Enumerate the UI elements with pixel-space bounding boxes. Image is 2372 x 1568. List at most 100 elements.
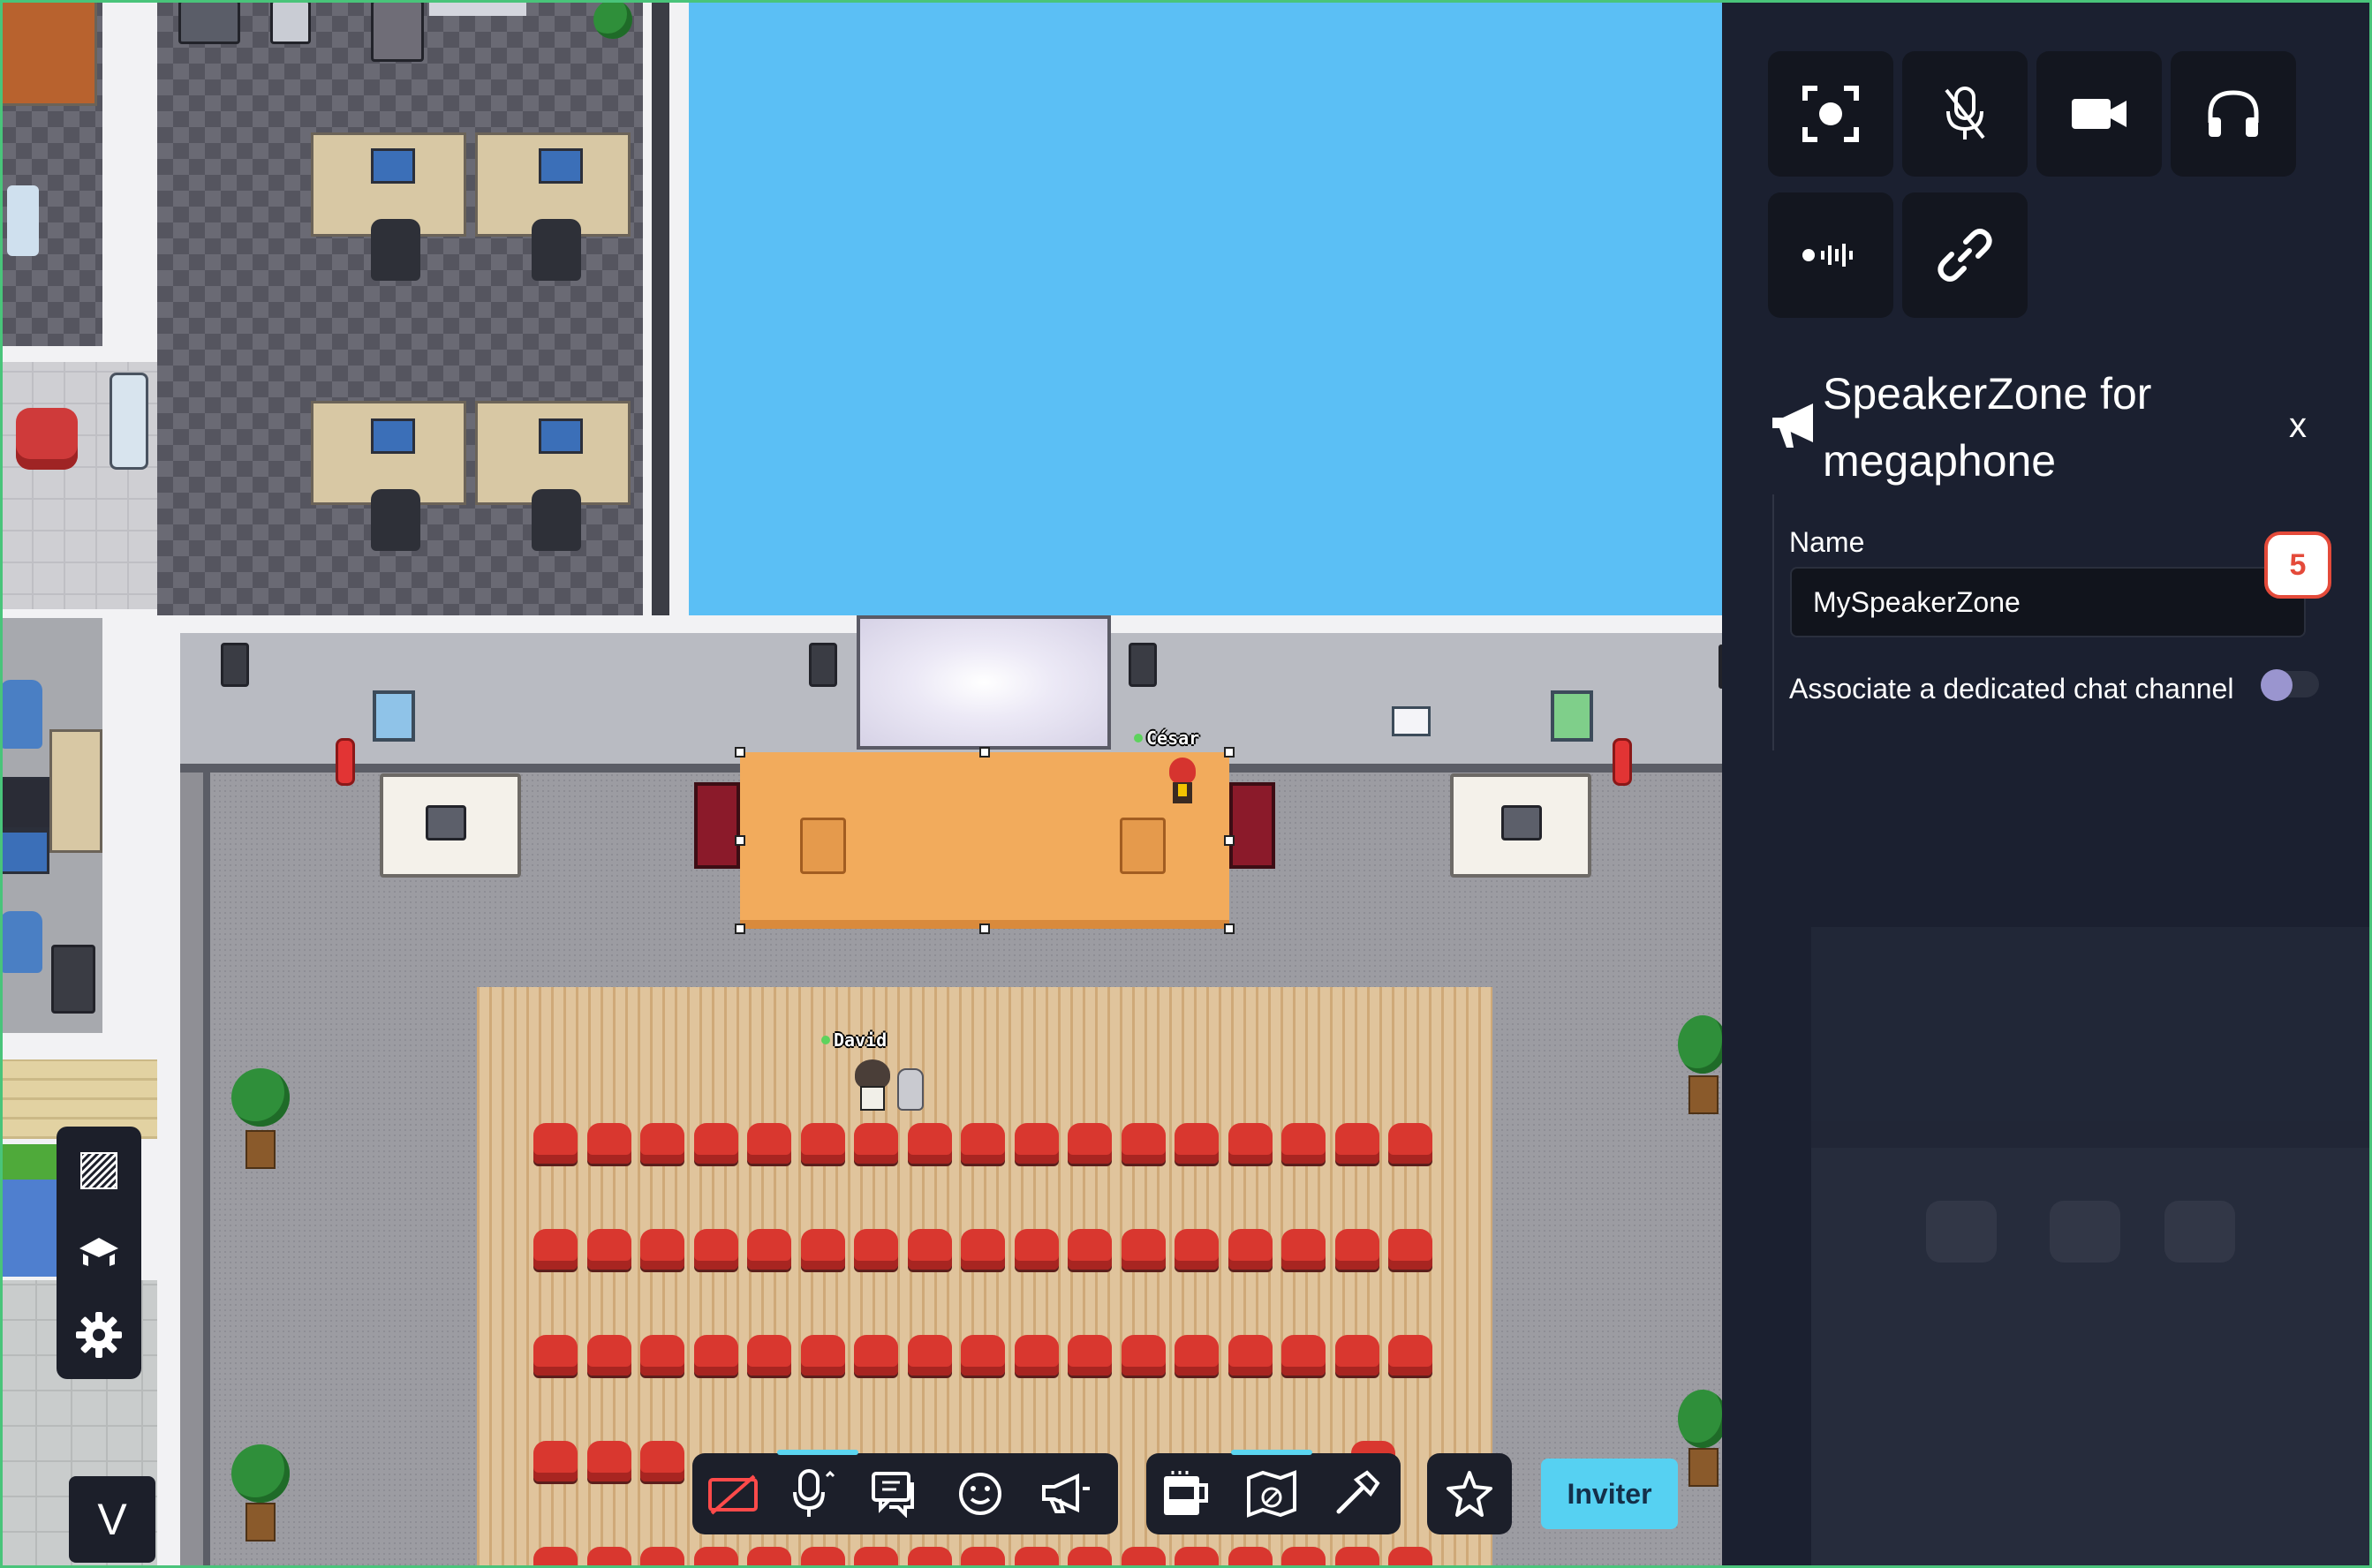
auditorium-seat: [586, 1335, 631, 1376]
auditorium-seat: [1334, 1229, 1379, 1270]
auditorium-seat: [1175, 1547, 1219, 1568]
stage-curtain: [694, 782, 740, 869]
screen-share-icon: [1802, 86, 1859, 142]
camera-toggle-button[interactable]: [2036, 51, 2162, 177]
zone-title: SpeakerZone for megaphone: [1823, 369, 2152, 486]
auditorium-seat: [586, 1547, 631, 1568]
auditorium-seat: [747, 1547, 791, 1568]
auditorium-seat: [1121, 1547, 1166, 1568]
video-camera-icon: [2072, 99, 2126, 129]
wall-portrait: [1551, 690, 1593, 742]
auditorium-seat: [747, 1123, 791, 1164]
selection-handle[interactable]: [979, 747, 990, 758]
character-avatar[interactable]: [1167, 758, 1197, 809]
vending-machine: [371, 0, 424, 62]
trash-bin: [51, 945, 95, 1014]
pet-companion: [897, 1068, 924, 1111]
auditorium-seat: [533, 1229, 578, 1270]
desk-monitor: [426, 805, 466, 841]
link-icon: [1938, 229, 1992, 282]
wall-speaker: [1129, 643, 1157, 687]
auditorium-seat: [533, 1441, 578, 1481]
auditorium-seat: [800, 1229, 845, 1270]
office-chair: [371, 489, 420, 551]
chat-channel-toggle[interactable]: [2261, 669, 2319, 701]
selection-handle[interactable]: [1224, 923, 1235, 934]
office-wall-edge: [652, 0, 669, 615]
auditorium-seat: [1068, 1123, 1112, 1164]
auditorium-seat: [1014, 1547, 1059, 1568]
auditorium-seat: [1281, 1335, 1326, 1376]
character-avatar[interactable]: [853, 1059, 892, 1112]
audio-output-button[interactable]: [2171, 51, 2296, 177]
auditorium-seat: [1281, 1229, 1326, 1270]
plant-pot: [1688, 1448, 1719, 1487]
auditorium-seat: [1228, 1123, 1273, 1164]
auditorium-seat: [800, 1547, 845, 1568]
invite-button[interactable]: Inviter: [1541, 1459, 1678, 1529]
monitor: [539, 418, 583, 454]
auditorium-side-wall: [157, 615, 180, 1568]
potted-plant: [231, 1444, 290, 1503]
monitor: [0, 777, 53, 830]
step-badge: 5: [2264, 531, 2331, 599]
auditorium-seat: [1121, 1229, 1166, 1270]
hammer-icon[interactable]: [1328, 1466, 1385, 1522]
desk-monitor: [1501, 805, 1542, 841]
mic-toggle-button[interactable]: [1902, 51, 2028, 177]
active-indicator: [1231, 1450, 1312, 1455]
selection-handle[interactable]: [735, 747, 745, 758]
desk: [0, 0, 97, 106]
map-layer-icon[interactable]: [71, 1224, 127, 1280]
stage-curtain: [1229, 782, 1275, 869]
v-menu-button[interactable]: V: [69, 1476, 155, 1563]
selection-handle[interactable]: [1224, 835, 1235, 846]
auditorium-seat: [1281, 1547, 1326, 1568]
selection-handle[interactable]: [735, 835, 745, 846]
potted-plant: [1678, 1390, 1722, 1448]
plant-pot: [246, 1503, 276, 1542]
coffee-cup-icon[interactable]: [1159, 1466, 1215, 1522]
selection-handle[interactable]: [979, 923, 990, 934]
screen-share-button[interactable]: [1768, 51, 1893, 177]
star-icon[interactable]: [1441, 1466, 1498, 1522]
map-editor-toolbar: [57, 1127, 141, 1379]
microphone-icon[interactable]: [784, 1466, 841, 1522]
name-label: Name: [1789, 526, 1865, 558]
close-button[interactable]: x: [2289, 406, 2307, 446]
auditorium-seat: [854, 1123, 898, 1164]
auditorium-seat: [693, 1123, 738, 1164]
copy-link-button[interactable]: [1902, 192, 2028, 318]
auditorium-seat: [1388, 1335, 1432, 1376]
auditorium-seat: [907, 1229, 952, 1270]
zone-name-input[interactable]: [1790, 567, 2306, 637]
megaphone-icon[interactable]: [1037, 1466, 1093, 1522]
plant: [593, 0, 632, 39]
game-map[interactable]: César David: [0, 0, 1722, 1568]
action-bar-media: [692, 1450, 1118, 1534]
armchair: [16, 408, 78, 470]
auditorium-seat: [1334, 1123, 1379, 1164]
selection-handle[interactable]: [735, 923, 745, 934]
auditorium-seat: [854, 1229, 898, 1270]
audio-settings-button[interactable]: [1768, 192, 1893, 318]
action-bar-extra: [1427, 1453, 1512, 1534]
auditorium-seat: [1068, 1229, 1112, 1270]
chat-icon[interactable]: [867, 1466, 924, 1522]
world-map-icon[interactable]: [1243, 1466, 1300, 1522]
monitor: [0, 830, 49, 874]
auditorium-seat: [1175, 1123, 1219, 1164]
camera-off-icon[interactable]: [705, 1466, 761, 1522]
headphones-icon: [2208, 90, 2259, 137]
auditorium-seat: [907, 1547, 952, 1568]
wall-speaker: [809, 643, 837, 687]
selection-handle[interactable]: [1224, 747, 1235, 758]
online-status-dot: [1134, 734, 1143, 743]
emoji-icon[interactable]: [952, 1466, 1008, 1522]
auditorium-seat: [1068, 1335, 1112, 1376]
hatch-pattern-icon[interactable]: [71, 1142, 127, 1199]
office-chair: [532, 219, 581, 281]
toggle-knob: [2261, 669, 2293, 701]
gear-icon[interactable]: [71, 1307, 127, 1363]
auditorium-seat: [1281, 1123, 1326, 1164]
